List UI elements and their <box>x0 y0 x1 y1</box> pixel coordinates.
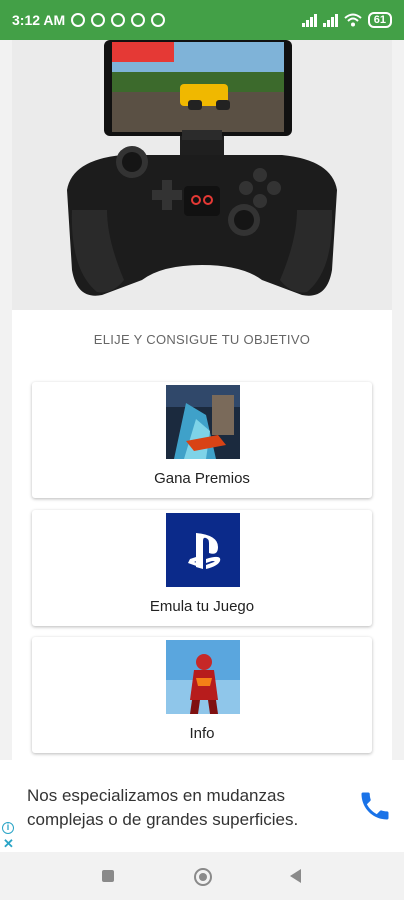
page-tagline: ELIJE Y CONSIGUE TU OBJETIVO <box>93 332 311 347</box>
hero-image <box>12 40 392 310</box>
notification-icon <box>71 13 86 27</box>
home-button[interactable] <box>194 868 212 886</box>
system-icons: 61 <box>301 12 392 28</box>
ad-close-icon[interactable]: ✕ <box>3 836 14 852</box>
alarm-icon <box>91 13 106 27</box>
back-button[interactable] <box>290 869 301 883</box>
wifi-icon <box>344 13 362 27</box>
ad-banner[interactable]: Nos especializamos en mudanzas complejas… <box>0 760 404 852</box>
option-label: Emula tu Juego <box>149 598 255 615</box>
option-card-gana-premios[interactable]: Gana Premios <box>32 382 372 498</box>
option-label: Info <box>189 725 215 742</box>
signal-icon <box>301 13 317 27</box>
notification-icons <box>71 13 166 27</box>
main-content: ELIJE Y CONSIGUE TU OBJETIVO Gana Premio… <box>12 40 392 760</box>
recents-button[interactable] <box>102 870 114 882</box>
game-art-thumbnail <box>166 385 240 459</box>
playstation-logo-thumbnail <box>166 513 240 587</box>
hero-art-thumbnail <box>166 640 240 714</box>
status-bar: 3:12 AM 61 <box>0 0 404 40</box>
option-card-emula-tu-juego[interactable]: Emula tu Juego <box>32 510 372 626</box>
ad-info-icon[interactable]: i <box>2 822 14 834</box>
gamepad-image <box>12 40 392 310</box>
ad-text[interactable]: Nos especializamos en mudanzas complejas… <box>27 784 357 832</box>
status-time: 3:12 AM <box>12 12 66 28</box>
option-card-info[interactable]: Info <box>32 637 372 753</box>
phone-icon[interactable] <box>357 788 393 824</box>
youtube-icon <box>131 13 146 27</box>
notification-icon <box>111 13 126 27</box>
system-nav-bar <box>0 852 404 900</box>
signal-icon <box>322 13 338 27</box>
battery-icon: 61 <box>367 12 392 28</box>
notification-icon <box>151 13 166 27</box>
option-label: Gana Premios <box>154 470 250 487</box>
